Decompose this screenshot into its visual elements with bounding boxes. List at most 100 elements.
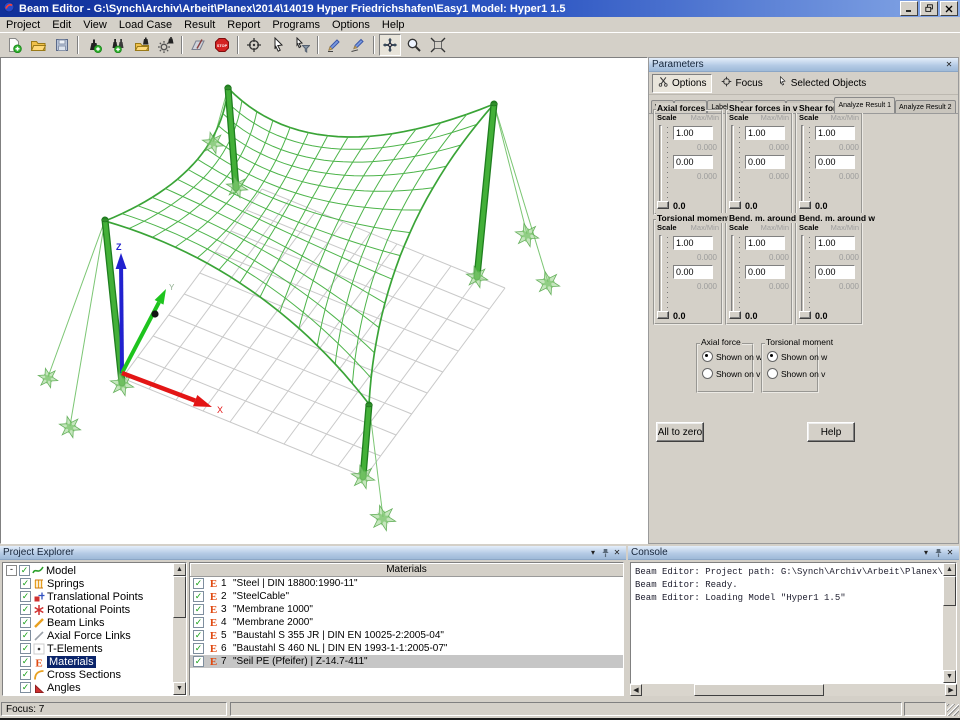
slider-thumb[interactable] [799,311,811,319]
scroll-thumb[interactable] [943,576,956,606]
new-project-icon[interactable] [3,34,25,56]
scale-slider[interactable] [730,235,743,319]
menu-load-case[interactable]: Load Case [113,19,178,31]
expander-icon[interactable]: - [6,565,17,576]
slider-thumb[interactable] [729,311,741,319]
menu-edit[interactable]: Edit [46,19,77,31]
viewport-3d[interactable]: ZYX [0,57,648,544]
help-button[interactable]: Help [807,422,855,442]
close-icon[interactable] [940,1,958,16]
tab-analyze-result-1[interactable]: Analyze Result 1 [834,97,895,113]
checkbox-icon[interactable]: ✓ [20,604,31,615]
menu-help[interactable]: Help [376,19,411,31]
menu-programs[interactable]: Programs [266,19,326,31]
material-row[interactable]: ✓ E 5 "Baustahl S 355 JR | DIN EN 10025-… [190,629,623,642]
scroll-down-icon[interactable]: ▼ [943,670,956,683]
checkbox-icon[interactable]: ✓ [193,578,204,589]
console-vscrollbar[interactable]: ▲ ▼ [943,563,956,683]
open-project-icon[interactable] [27,34,49,56]
scroll-right-icon[interactable]: ▶ [945,684,957,696]
material-row[interactable]: ✓ E 7 "Seil PE (Pfeifer) | Z-14.7-411" [190,655,623,668]
menu-result[interactable]: Result [178,19,221,31]
console-hscrollbar[interactable]: ◀ ▶ [630,684,957,696]
menu-view[interactable]: View [77,19,113,31]
scroll-down-icon[interactable]: ▼ [173,682,186,695]
params-toolbar-focus[interactable]: Focus [716,74,767,93]
radio-shown-on-v[interactable]: Shown on v [767,368,817,379]
slider-thumb[interactable] [657,201,669,209]
slider-thumb[interactable] [657,311,669,319]
focus-point-icon[interactable] [243,34,265,56]
all-to-zero-button[interactable]: All to zero [656,422,704,442]
scale-input[interactable]: 1.00 [815,126,855,140]
radio-shown-on-w[interactable]: Shown on w [702,351,752,362]
offset-input[interactable]: 0.00 [673,155,713,169]
scale-input[interactable]: 1.00 [673,236,713,250]
zoom-icon[interactable] [403,34,425,56]
checkbox-icon[interactable]: ✓ [19,565,30,576]
save-project-icon[interactable] [51,34,73,56]
scale-input[interactable]: 1.00 [745,126,785,140]
offset-input[interactable]: 0.00 [745,155,785,169]
checkbox-icon[interactable]: ✓ [193,630,204,641]
pin-icon[interactable] [599,547,611,558]
close-icon[interactable]: ✕ [611,547,623,558]
tree-item-t-elements[interactable]: ✓ T-Elements [4,642,172,655]
checkbox-icon[interactable]: ✓ [193,617,204,628]
checkbox-icon[interactable]: ✓ [20,578,31,589]
minimize-icon[interactable] [900,1,918,16]
resize-grip[interactable] [947,704,959,716]
checkbox-icon[interactable]: ✓ [193,604,204,615]
draw-link-icon[interactable] [347,34,369,56]
new-loadcase-icon[interactable] [83,34,105,56]
material-row[interactable]: ✓ E 6 "Baustahl S 460 NL | DIN EN 1993-1… [190,642,623,655]
tree-item-materials[interactable]: ✓ E Materials [4,655,172,668]
checkbox-icon[interactable]: ✓ [193,643,204,654]
menu-options[interactable]: Options [326,19,376,31]
scale-input[interactable]: 1.00 [745,236,785,250]
tree-item-angles[interactable]: ✓ Angles [4,681,172,694]
material-row[interactable]: ✓ E 3 "Membrane 1000" [190,603,623,616]
scroll-up-icon[interactable]: ▲ [943,563,956,576]
tree-item-rotational-points[interactable]: ✓ Rotational Points [4,603,172,616]
offset-input[interactable]: 0.00 [815,265,855,279]
tab-analyze-result-2[interactable]: Analyze Result 2 [895,100,956,113]
scroll-up-icon[interactable]: ▲ [173,563,186,576]
checkbox-icon[interactable]: ✓ [193,591,204,602]
scroll-thumb[interactable] [173,576,186,618]
checkbox-icon[interactable]: ✓ [20,643,31,654]
stop-icon[interactable]: STOP [211,34,233,56]
scale-input[interactable]: 1.00 [673,126,713,140]
scroll-thumb[interactable] [694,684,824,696]
scale-slider[interactable] [658,125,671,209]
restore-icon[interactable] [920,1,938,16]
material-row[interactable]: ✓ E 4 "Membrane 2000" [190,616,623,629]
scale-slider[interactable] [730,125,743,209]
offset-input[interactable]: 0.00 [673,265,713,279]
radio-icon[interactable] [702,351,713,362]
radio-icon[interactable] [702,368,713,379]
chevron-down-icon[interactable]: ▾ [587,547,599,558]
chevron-down-icon[interactable]: ▾ [920,547,932,558]
checkbox-icon[interactable]: ✓ [20,591,31,602]
close-icon[interactable]: ✕ [943,59,955,70]
radio-icon[interactable] [767,351,778,362]
clear-selection-icon[interactable] [291,34,313,56]
scale-slider[interactable] [800,125,813,209]
tree-item-model[interactable]: -✓ Model [4,564,172,577]
draw-beam-icon[interactable] [323,34,345,56]
radio-shown-on-v[interactable]: Shown on v [702,368,752,379]
menu-report[interactable]: Report [221,19,266,31]
add-loadcases-icon[interactable] [107,34,129,56]
checkbox-icon[interactable]: ✓ [20,630,31,641]
tree-item-springs[interactable]: ✓ Springs [4,577,172,590]
tree-item-translational-points[interactable]: ✓ Translational Points [4,590,172,603]
scale-input[interactable]: 1.00 [815,236,855,250]
params-toolbar-options[interactable]: Options [652,74,712,93]
material-row[interactable]: ✓ E 2 "SteelCable" [190,590,623,603]
params-toolbar-selected-objects[interactable]: Selected Objects [772,74,872,93]
scale-slider[interactable] [658,235,671,319]
tree-item-cross-sections[interactable]: ✓ Cross Sections [4,668,172,681]
slider-thumb[interactable] [799,201,811,209]
slider-thumb[interactable] [729,201,741,209]
